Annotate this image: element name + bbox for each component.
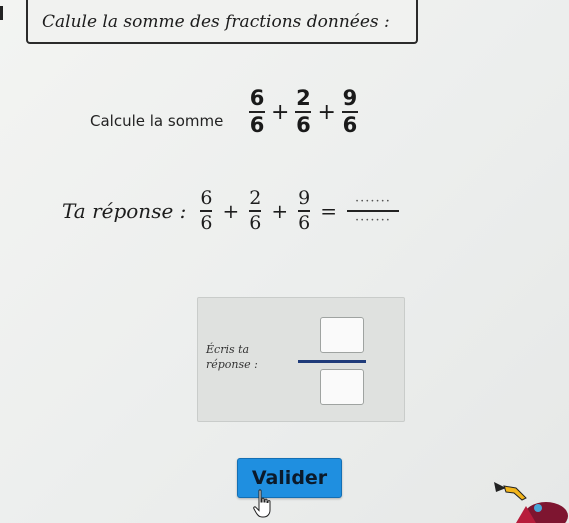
question-label: Calcule la somme xyxy=(90,112,224,130)
question-sum: 6 6 + 2 6 + 9 6 xyxy=(249,88,358,136)
fraction-numerator: 6 xyxy=(249,86,265,110)
answer-placeholder-fraction: ······· ······· xyxy=(346,194,399,228)
answer-fraction-2: 2 6 xyxy=(249,187,262,234)
fraction-numerator: 2 xyxy=(296,86,311,110)
fraction-numerator: 9 xyxy=(298,187,311,209)
plus-sign: + xyxy=(271,199,289,223)
plus-sign: + xyxy=(317,99,336,125)
question-fraction-3: 9 6 xyxy=(341,86,358,137)
fraction-denominator: 6 xyxy=(249,212,262,234)
left-edge-mark xyxy=(0,6,13,20)
fraction-denominator: 6 xyxy=(200,212,213,234)
fraction-denominator: 6 xyxy=(296,113,311,137)
answer-fraction-bar xyxy=(298,360,366,363)
plus-sign: + xyxy=(222,199,240,223)
question-fraction-2: 2 6 xyxy=(295,86,312,137)
instruction-banner: Calule la somme des fractions données : xyxy=(26,0,418,44)
placeholder-denominator: ······· xyxy=(355,213,391,228)
fraction-numerator: 6 xyxy=(200,187,213,209)
input-label-line-1: Écris ta xyxy=(206,343,250,356)
fraction-denominator: 6 xyxy=(342,113,358,137)
question-fraction-1: 6 6 xyxy=(249,88,265,136)
fraction-numerator: 2 xyxy=(249,187,262,209)
instruction-title: Calule la somme des fractions données : xyxy=(42,12,390,32)
equals-sign: = xyxy=(320,199,337,223)
plus-sign: + xyxy=(271,99,290,125)
input-label: Écris ta réponse : xyxy=(206,342,258,372)
fraction-denominator: 6 xyxy=(249,113,265,137)
hand-pointer-icon xyxy=(253,489,271,518)
answer-input-card: Écris ta réponse : xyxy=(197,297,405,422)
fraction-numerator: 9 xyxy=(342,86,358,110)
numerator-input[interactable] xyxy=(320,317,364,353)
denominator-input[interactable] xyxy=(320,369,364,405)
answer-label: Ta réponse : xyxy=(62,199,187,223)
answer-equation: Ta réponse : 6 6 + 2 6 + 9 6 = ······· ·… xyxy=(62,189,403,233)
fraction-bar xyxy=(346,210,399,212)
fraction-denominator: 6 xyxy=(298,212,311,234)
answer-fraction-1: 6 6 xyxy=(200,187,213,234)
placeholder-numerator: ······· xyxy=(355,194,391,209)
input-label-line-2: réponse : xyxy=(206,358,258,371)
answer-fraction-3: 9 6 xyxy=(298,187,311,234)
mascot-icon xyxy=(494,482,568,523)
